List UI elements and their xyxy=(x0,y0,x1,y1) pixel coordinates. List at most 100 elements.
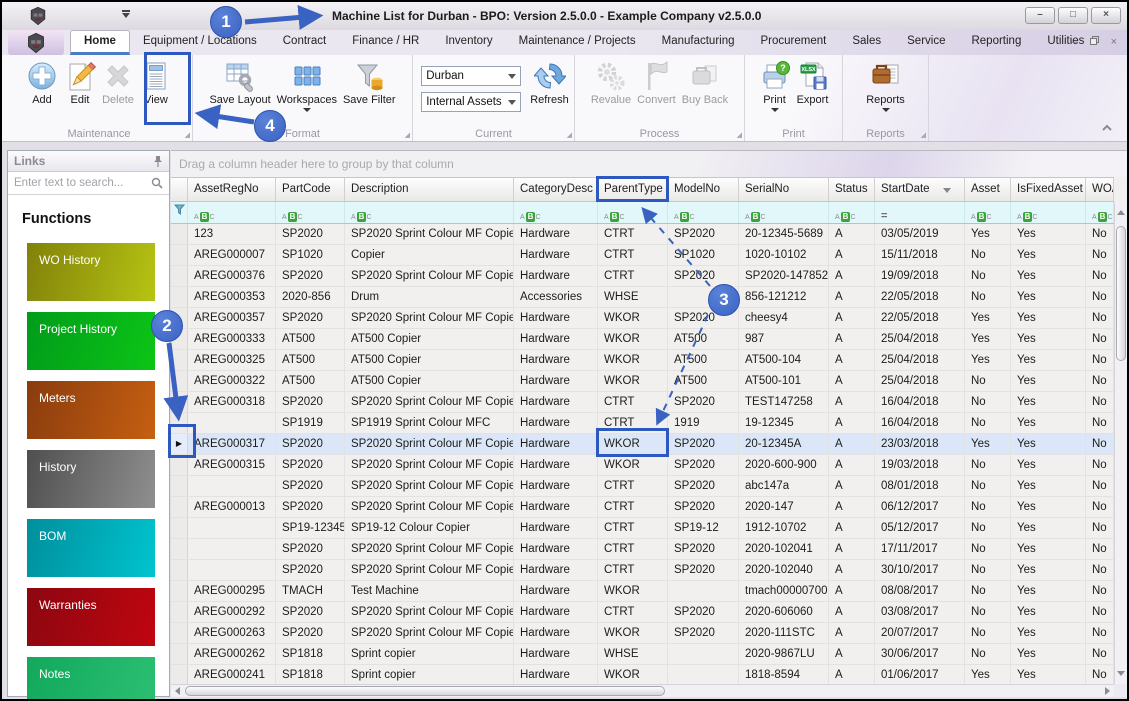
cell-woatt[interactable]: No xyxy=(1086,602,1114,622)
cell-modelno[interactable]: SP2020 xyxy=(668,497,739,517)
cell-status[interactable]: A xyxy=(829,245,875,265)
cell-categorydesc[interactable]: Hardware xyxy=(514,602,598,622)
dialog-launcher-icon[interactable]: ◢ xyxy=(737,131,742,139)
cell-serialno[interactable]: 20-12345-5689 xyxy=(739,224,829,244)
cell-parenttype[interactable]: WKOR xyxy=(598,665,668,685)
cell-startdate[interactable]: 19/03/2018 xyxy=(875,455,965,475)
cell-assetregno[interactable]: AREG000325 xyxy=(188,350,276,370)
cell-description[interactable]: Sprint copier xyxy=(345,644,514,664)
cell-woatt[interactable]: No xyxy=(1086,455,1114,475)
cell-assetregno[interactable]: AREG000357 xyxy=(188,308,276,328)
cell-startdate[interactable]: 19/09/2018 xyxy=(875,266,965,286)
cell-modelno[interactable]: AT500 xyxy=(668,329,739,349)
cell-asset[interactable]: Yes xyxy=(965,665,1011,685)
cell-serialno[interactable]: 2020-147 xyxy=(739,497,829,517)
table-row[interactable]: SP2020SP2020 Sprint Colour MF CopierHard… xyxy=(171,560,1114,581)
cell-startdate[interactable]: 25/04/2018 xyxy=(875,329,965,349)
cell-parenttype[interactable]: WKOR xyxy=(598,581,668,601)
cell-categorydesc[interactable]: Hardware xyxy=(514,413,598,433)
cell-status[interactable]: A xyxy=(829,224,875,244)
column-header-assetregno[interactable]: AssetRegNo xyxy=(188,178,276,201)
cell-status[interactable]: A xyxy=(829,497,875,517)
cell-partcode[interactable]: SP2020 xyxy=(276,392,345,412)
cell-startdate[interactable]: 08/01/2018 xyxy=(875,476,965,496)
cell-asset[interactable]: Yes xyxy=(965,329,1011,349)
cell-status[interactable]: A xyxy=(829,560,875,580)
cell-asset[interactable]: Yes xyxy=(965,434,1011,454)
cell-status[interactable]: A xyxy=(829,581,875,601)
cell-categorydesc[interactable]: Hardware xyxy=(514,560,598,580)
cell-isfixedasset[interactable]: Yes xyxy=(1011,266,1086,286)
cell-description[interactable]: SP2020 Sprint Colour MF Copier xyxy=(345,539,514,559)
cell-partcode[interactable]: AT500 xyxy=(276,350,345,370)
cell-startdate[interactable]: 16/04/2018 xyxy=(875,413,965,433)
cell-partcode[interactable]: SP2020 xyxy=(276,560,345,580)
cell-serialno[interactable]: 987 xyxy=(739,329,829,349)
cell-categorydesc[interactable]: Hardware xyxy=(514,266,598,286)
cell-status[interactable]: A xyxy=(829,518,875,538)
cell-parenttype[interactable]: CTRT xyxy=(598,266,668,286)
cell-categorydesc[interactable]: Hardware xyxy=(514,245,598,265)
cell-parenttype[interactable]: WHSE xyxy=(598,644,668,664)
pin-icon[interactable] xyxy=(153,155,163,168)
cell-categorydesc[interactable]: Accessories xyxy=(514,287,598,307)
cell-serialno[interactable]: 856-121212 xyxy=(739,287,829,307)
cell-asset[interactable]: Yes xyxy=(965,224,1011,244)
cell-status[interactable]: A xyxy=(829,266,875,286)
cell-partcode[interactable]: AT500 xyxy=(276,371,345,391)
cell-modelno[interactable] xyxy=(668,665,739,685)
cell-parenttype[interactable]: CTRT xyxy=(598,392,668,412)
cell-description[interactable]: SP2020 Sprint Colour MF Copier xyxy=(345,602,514,622)
table-row[interactable]: AREG000322AT500AT500 CopierHardwareWKORA… xyxy=(171,371,1114,392)
scroll-left-icon[interactable] xyxy=(175,687,180,695)
cell-status[interactable]: A xyxy=(829,392,875,412)
cell-assetregno[interactable]: AREG000353 xyxy=(188,287,276,307)
cell-isfixedasset[interactable]: Yes xyxy=(1011,413,1086,433)
cell-partcode[interactable]: SP2020 xyxy=(276,266,345,286)
cell-status[interactable]: A xyxy=(829,644,875,664)
filter-cell-modelno[interactable]: ABC xyxy=(668,202,739,223)
cell-serialno[interactable]: 2020-102040 xyxy=(739,560,829,580)
cell-partcode[interactable]: SP2020 xyxy=(276,455,345,475)
cell-assetregno[interactable]: AREG000315 xyxy=(188,455,276,475)
cell-assetregno[interactable]: AREG000292 xyxy=(188,602,276,622)
cell-partcode[interactable]: SP1818 xyxy=(276,665,345,685)
cell-isfixedasset[interactable]: Yes xyxy=(1011,350,1086,370)
cell-isfixedasset[interactable]: Yes xyxy=(1011,245,1086,265)
asset-type-select[interactable]: Internal Assets xyxy=(421,92,521,112)
cell-serialno[interactable]: 1818-8594 xyxy=(739,665,829,685)
column-header-asset[interactable]: Asset xyxy=(965,178,1011,201)
cell-partcode[interactable]: SP1919 xyxy=(276,413,345,433)
cell-serialno[interactable]: cheesy4 xyxy=(739,308,829,328)
cell-description[interactable]: SP19-12 Colour Copier xyxy=(345,518,514,538)
cell-startdate[interactable]: 25/04/2018 xyxy=(875,371,965,391)
cell-description[interactable]: SP2020 Sprint Colour MF Copier xyxy=(345,497,514,517)
cell-woatt[interactable]: No xyxy=(1086,266,1114,286)
horizontal-scroll-thumb[interactable] xyxy=(185,686,665,696)
tab-sales[interactable]: Sales xyxy=(839,30,894,55)
cell-categorydesc[interactable]: Hardware xyxy=(514,497,598,517)
table-row[interactable]: SP2020SP2020 Sprint Colour MF CopierHard… xyxy=(171,539,1114,560)
cell-categorydesc[interactable]: Hardware xyxy=(514,434,598,454)
cell-parenttype[interactable]: CTRT xyxy=(598,602,668,622)
cell-modelno[interactable]: AT500 xyxy=(668,371,739,391)
cell-parenttype[interactable]: CTRT xyxy=(598,518,668,538)
table-row[interactable]: AREG000318SP2020SP2020 Sprint Colour MF … xyxy=(171,392,1114,413)
cell-description[interactable]: SP2020 Sprint Colour MF Copier xyxy=(345,266,514,286)
cell-isfixedasset[interactable]: Yes xyxy=(1011,287,1086,307)
cell-serialno[interactable]: 2020-9867LU xyxy=(739,644,829,664)
cell-categorydesc[interactable]: Hardware xyxy=(514,518,598,538)
scroll-down-icon[interactable] xyxy=(1117,671,1125,676)
cell-status[interactable]: A xyxy=(829,434,875,454)
cell-startdate[interactable]: 03/05/2019 xyxy=(875,224,965,244)
cell-assetregno[interactable]: AREG000318 xyxy=(188,392,276,412)
tab-contract[interactable]: Contract xyxy=(270,30,339,55)
cell-asset[interactable]: No xyxy=(965,371,1011,391)
cell-assetregno[interactable] xyxy=(188,560,276,580)
cell-partcode[interactable]: SP2020 xyxy=(276,224,345,244)
table-row[interactable]: AREG000263SP2020SP2020 Sprint Colour MF … xyxy=(171,623,1114,644)
cell-asset[interactable]: No xyxy=(965,497,1011,517)
chevron-down-icon[interactable] xyxy=(508,100,516,105)
table-row[interactable]: AREG000292SP2020SP2020 Sprint Colour MF … xyxy=(171,602,1114,623)
collapse-ribbon-icon[interactable] xyxy=(1101,119,1113,137)
